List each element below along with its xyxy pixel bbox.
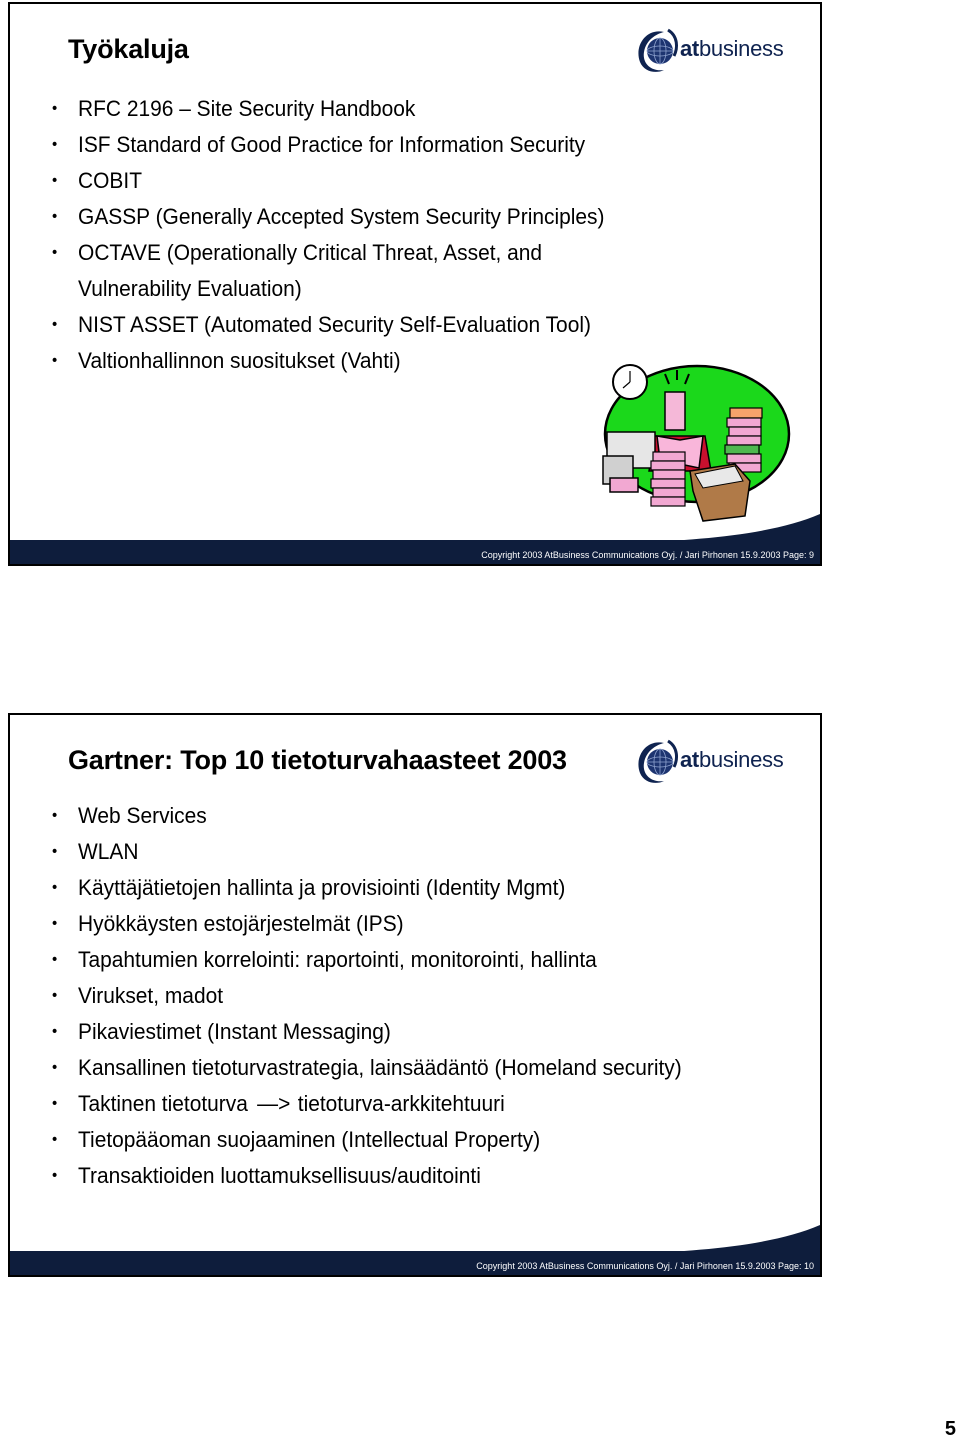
list-item: • Hyökkäysten estojärjestelmät (IPS) [52, 911, 404, 936]
slide-footer: Copyright 2003 AtBusiness Communications… [10, 1251, 820, 1275]
page-number: 5 [944, 1418, 956, 1440]
list-item: • ISF Standard of Good Practice for Infor… [52, 132, 586, 157]
list-item: • Web Services [52, 803, 207, 828]
bullet-list: • RFC 2196 – Site Security Handbook • ISF … [52, 91, 646, 379]
list-item: • Tietopääoman suojaaminen (Intellectual … [52, 1127, 541, 1152]
atbusiness-logo: atbusiness [634, 737, 794, 793]
slide-gartner-top10: Gartner: Top 10 tietoturvahaasteet 2003 … [8, 713, 822, 1277]
bullet-list: • Web Services • WLAN • Käyttäjätietojen ha… [52, 798, 729, 1194]
list-item: • WLAN [52, 839, 139, 864]
arrow-icon: —> [257, 1091, 291, 1116]
atbusiness-logo: atbusiness [634, 26, 794, 82]
list-item: • Käyttäjätietojen hallinta ja provisioin… [52, 875, 566, 900]
list-item: • Pikaviestimet (Instant Messaging) [52, 1019, 391, 1044]
logo-wordmark: atbusiness [680, 36, 784, 61]
slide-footer: Copyright 2003 AtBusiness Communications… [10, 540, 820, 564]
list-item: • COBIT [52, 168, 142, 193]
list-item: • Virukset, madot [52, 983, 224, 1008]
list-item: • Tapahtumien korrelointi: raportointi, m… [52, 947, 597, 972]
globe-icon [638, 28, 678, 72]
globe-icon [638, 739, 678, 783]
copyright-text: Copyright 2003 AtBusiness Communications… [481, 550, 814, 560]
list-item: • Kansallinen tietoturvastrategia, lainsä… [52, 1055, 682, 1080]
list-item: • Taktinen tietoturva —> tietoturva-arkkite… [52, 1086, 682, 1122]
copyright-text: Copyright 2003 AtBusiness Communications… [476, 1261, 814, 1271]
list-item: • OCTAVE (Operationally Critical Threat, … [52, 240, 543, 301]
list-item: • RFC 2196 – Site Security Handbook [52, 96, 416, 121]
logo-wordmark: atbusiness [680, 747, 784, 772]
list-item: • GASSP (Generally Accepted System Securi… [52, 204, 605, 229]
list-item: • NIST ASSET (Automated Security Self-Eva… [52, 312, 591, 337]
slide-tyokaluja: Työkaluja atbusiness • RFC 2196 – Site Se… [8, 2, 822, 566]
slide-title: Gartner: Top 10 tietoturvahaasteet 2003 [68, 745, 567, 775]
list-item: • Transaktioiden luottamuksellisuus/audit… [52, 1163, 481, 1188]
slide-title: Työkaluja [68, 34, 189, 64]
office-worker-clipart [585, 356, 800, 528]
list-item: • Valtionhallinnon suositukset (Vahti) [52, 348, 401, 373]
